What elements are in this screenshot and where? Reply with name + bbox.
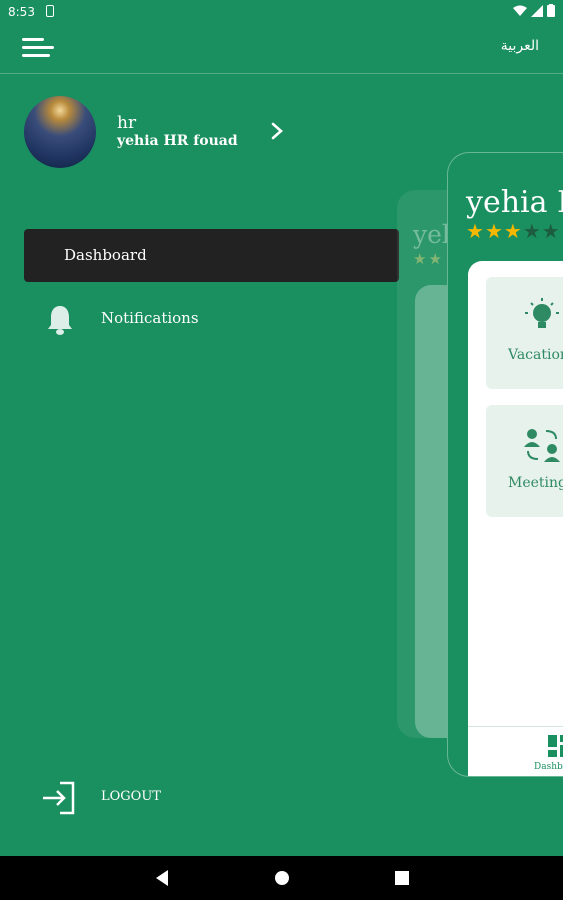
wifi-icon: [513, 5, 527, 16]
star-icon: ★: [541, 219, 561, 243]
ghost-rating: ★★: [413, 250, 444, 268]
avatar: [24, 96, 96, 168]
vacation-tile[interactable]: Vacation: [486, 277, 563, 389]
meeting-tile[interactable]: Meeting: [486, 405, 563, 517]
system-nav-bar: [0, 856, 563, 900]
star-icon: ★: [522, 219, 542, 243]
status-time: 8:53: [8, 5, 35, 19]
language-toggle[interactable]: العربية: [501, 38, 539, 54]
profile-header[interactable]: hr yehia HR fouad: [24, 96, 294, 168]
chevron-right-icon[interactable]: [270, 122, 284, 140]
logout-icon: [43, 781, 75, 815]
preview-panel: Vacation Meeting: [468, 261, 563, 726]
nav-item-dashboard[interactable]: Dashboard: [24, 229, 399, 282]
logout-button[interactable]: LOGOUT: [40, 778, 240, 818]
profile-role: hr: [117, 113, 137, 133]
profile-name: yehia HR fouad: [117, 133, 238, 149]
home-icon[interactable]: [262, 856, 302, 900]
star-icon: ★: [466, 219, 485, 243]
back-icon[interactable]: [142, 856, 182, 900]
dashboard-grid-icon: [548, 735, 563, 757]
nav-item-label: Dashboard: [64, 246, 147, 264]
ghost-title: yel: [413, 220, 450, 249]
vacation-label: Vacation: [508, 347, 563, 363]
people-exchange-icon: [524, 429, 560, 462]
bottom-tab-bar: Dashb: [468, 726, 563, 776]
meeting-label: Meeting: [508, 475, 563, 491]
recents-icon[interactable]: [382, 856, 422, 900]
status-bar: 8:53: [0, 0, 563, 24]
preview-title: yehia E: [466, 185, 563, 220]
battery-icon: [547, 4, 555, 17]
status-icons: [513, 4, 555, 17]
star-icon: ★: [484, 219, 504, 243]
bell-icon: [48, 306, 72, 335]
menu-icon[interactable]: [22, 36, 54, 60]
lightbulb-icon: [525, 298, 559, 328]
signal-icon: [531, 4, 543, 17]
tab-dashboard[interactable]: Dashb: [534, 762, 563, 772]
sim-icon: [46, 5, 54, 17]
star-icon: ★: [503, 219, 523, 243]
rating-stars: ★★★★★: [466, 219, 561, 243]
nav-item-notifications[interactable]: Notifications: [24, 296, 399, 340]
nav-item-label: Notifications: [101, 309, 199, 327]
dashboard-preview-card[interactable]: yehia E ★★★★★ Vacation Meeting: [447, 152, 563, 777]
app-header: العربية: [0, 24, 563, 74]
logout-label: LOGOUT: [101, 789, 161, 804]
